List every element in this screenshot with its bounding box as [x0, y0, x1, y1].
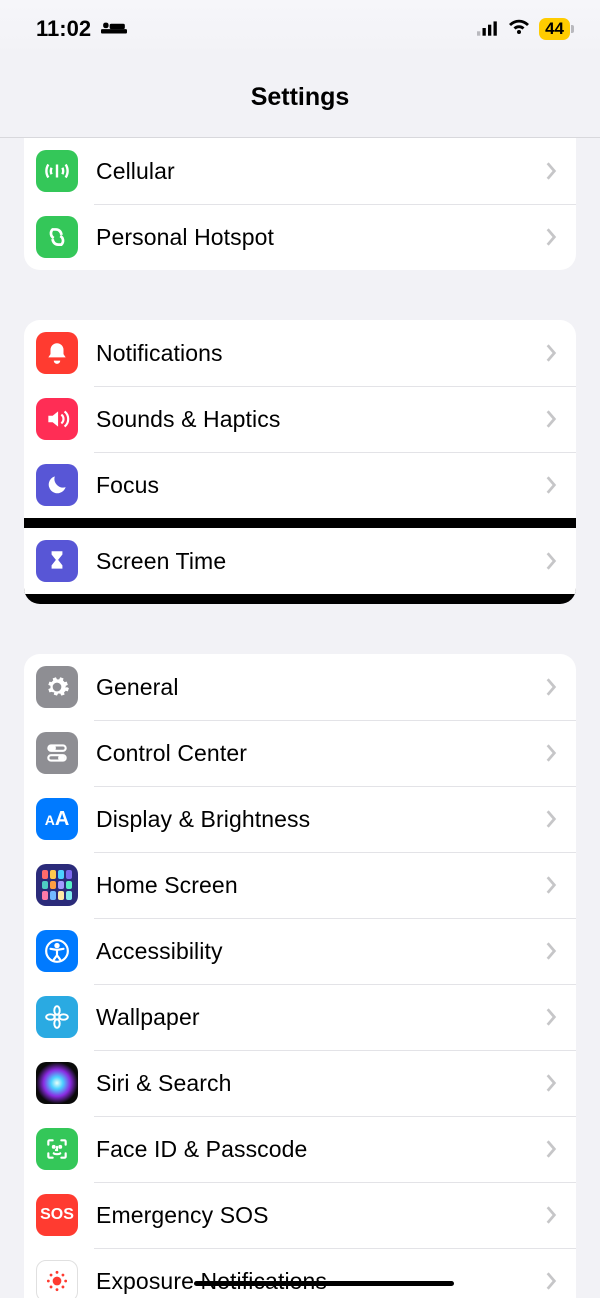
wifi-icon — [507, 16, 531, 42]
status-left: 11:02 — [36, 16, 127, 42]
row-faceid-passcode[interactable]: Face ID & Passcode — [24, 1116, 576, 1182]
accessibility-icon — [36, 930, 78, 972]
row-siri-search[interactable]: Siri & Search — [24, 1050, 576, 1116]
row-label: Emergency SOS — [96, 1202, 544, 1229]
chevron-right-icon — [544, 809, 558, 829]
chevron-right-icon — [544, 161, 558, 181]
page-header: Settings — [0, 58, 600, 138]
chevron-right-icon — [544, 743, 558, 763]
sos-icon: SOS — [36, 1194, 78, 1236]
row-sounds-haptics[interactable]: Sounds & Haptics — [24, 386, 576, 452]
settings-group-attention: Notifications Sounds & Haptics Focus Scr… — [24, 320, 576, 604]
hourglass-icon — [36, 540, 78, 582]
row-home-screen[interactable]: Home Screen — [24, 852, 576, 918]
row-focus[interactable]: Focus — [24, 452, 576, 518]
row-screen-time[interactable]: Screen Time — [24, 528, 576, 594]
row-label: Face ID & Passcode — [96, 1136, 544, 1163]
flower-icon — [36, 996, 78, 1038]
row-accessibility[interactable]: Accessibility — [24, 918, 576, 984]
row-label: Home Screen — [96, 872, 544, 899]
antenna-icon — [36, 150, 78, 192]
bed-icon — [101, 16, 127, 42]
link-icon — [36, 216, 78, 258]
row-control-center[interactable]: Control Center — [24, 720, 576, 786]
row-display-brightness[interactable]: AA Display & Brightness — [24, 786, 576, 852]
row-exposure-notifications[interactable]: Exposure Notifications — [24, 1248, 576, 1298]
chevron-right-icon — [544, 1139, 558, 1159]
row-label: Focus — [96, 472, 544, 499]
row-emergency-sos[interactable]: SOS Emergency SOS — [24, 1182, 576, 1248]
chevron-right-icon — [544, 1271, 558, 1291]
settings-group-general: General Control Center AA Display & Brig… — [24, 654, 576, 1298]
row-label: Exposure Notifications — [96, 1268, 544, 1295]
status-time: 11:02 — [36, 16, 91, 42]
chevron-right-icon — [544, 677, 558, 697]
row-label: Notifications — [96, 340, 544, 367]
row-label: Wallpaper — [96, 1004, 544, 1031]
cellular-signal-icon — [477, 16, 499, 42]
row-label: Siri & Search — [96, 1070, 544, 1097]
row-cellular[interactable]: Cellular — [24, 138, 576, 204]
chevron-right-icon — [544, 475, 558, 495]
siri-icon — [36, 1062, 78, 1104]
speaker-icon — [36, 398, 78, 440]
row-label: Control Center — [96, 740, 544, 767]
chevron-right-icon — [544, 875, 558, 895]
battery-level: 44 — [545, 19, 564, 39]
row-label: Sounds & Haptics — [96, 406, 544, 433]
row-label: Screen Time — [96, 548, 544, 575]
status-bar: 11:02 44 — [0, 0, 600, 58]
row-label: Cellular — [96, 158, 544, 185]
battery-indicator: 44 — [539, 18, 570, 40]
row-personal-hotspot[interactable]: Personal Hotspot — [24, 204, 576, 270]
row-notifications[interactable]: Notifications — [24, 320, 576, 386]
aa-icon: AA — [36, 798, 78, 840]
chevron-right-icon — [544, 1007, 558, 1027]
row-general[interactable]: General — [24, 654, 576, 720]
chevron-right-icon — [544, 343, 558, 363]
toggles-icon — [36, 732, 78, 774]
highlight-box: Screen Time — [24, 518, 576, 604]
gear-icon — [36, 666, 78, 708]
bell-icon — [36, 332, 78, 374]
chevron-right-icon — [544, 1073, 558, 1093]
row-label: General — [96, 674, 544, 701]
settings-group-network: Cellular Personal Hotspot — [24, 138, 576, 270]
grid-icon — [36, 864, 78, 906]
chevron-right-icon — [544, 551, 558, 571]
chevron-right-icon — [544, 1205, 558, 1225]
chevron-right-icon — [544, 409, 558, 429]
moon-icon — [36, 464, 78, 506]
page-title: Settings — [251, 83, 350, 112]
chevron-right-icon — [544, 941, 558, 961]
chevron-right-icon — [544, 227, 558, 247]
row-label: Personal Hotspot — [96, 224, 544, 251]
row-label: Display & Brightness — [96, 806, 544, 833]
status-right: 44 — [477, 16, 570, 42]
exposure-icon — [36, 1260, 78, 1298]
settings-scroll[interactable]: Cellular Personal Hotspot Notifications … — [0, 138, 600, 1298]
row-label: Accessibility — [96, 938, 544, 965]
faceid-icon — [36, 1128, 78, 1170]
row-wallpaper[interactable]: Wallpaper — [24, 984, 576, 1050]
